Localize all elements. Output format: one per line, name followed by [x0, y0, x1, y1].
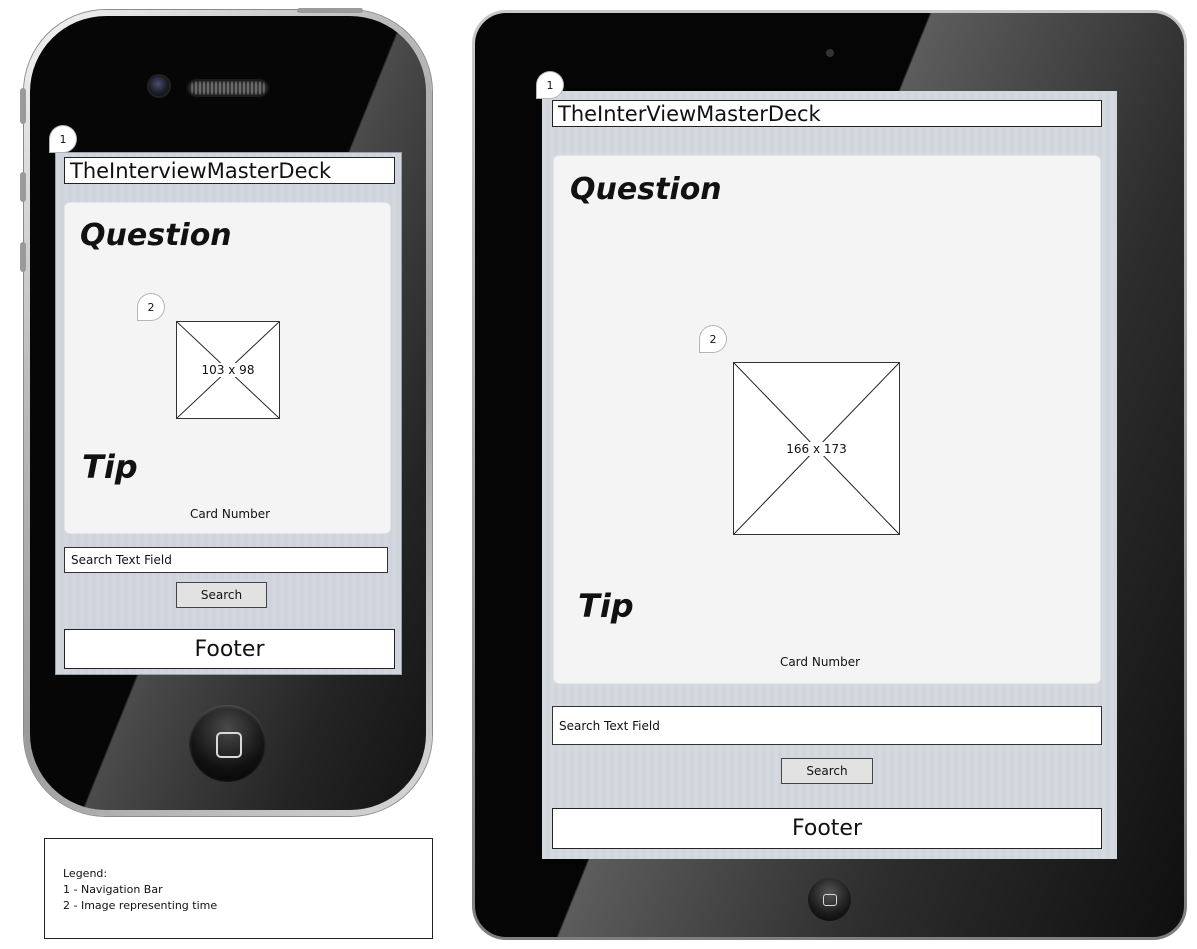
iphone-search-button[interactable]: Search: [176, 582, 267, 608]
ipad-time-image: 166 x 173: [733, 362, 900, 535]
ipad-tip-label: Tip: [578, 587, 634, 625]
ipad-camera: [826, 49, 834, 57]
legend-title: Legend:: [63, 867, 108, 880]
ipad-navigation-bar: TheInterViewMasterDeck: [552, 100, 1102, 127]
ipad-search-input[interactable]: Search Text Field: [552, 706, 1102, 745]
iphone-tip-label: Tip: [82, 448, 138, 486]
legend-item-1: 1 - Navigation Bar: [63, 883, 163, 896]
home-square-icon: [215, 731, 242, 758]
ipad-callout-1: 1: [537, 72, 563, 98]
iphone-question-label: Question: [80, 218, 232, 253]
iphone-navigation-bar: TheInterviewMasterDeck: [64, 157, 395, 184]
home-square-icon: [822, 893, 837, 906]
iphone-card-number: Card Number: [189, 507, 271, 521]
iphone-camera: [149, 76, 169, 96]
ipad-home-button[interactable]: [808, 878, 851, 921]
ipad-nav-title: TheInterViewMasterDeck: [558, 101, 821, 126]
iphone-callout-2: 2: [138, 294, 164, 320]
ipad-callout-2: 2: [700, 326, 726, 352]
ipad-question-label: Question: [570, 172, 722, 207]
iphone-silent-switch: [20, 88, 26, 124]
ipad-image-size-label: 166 x 173: [786, 441, 847, 456]
ipad-card-number: Card Number: [779, 655, 861, 669]
iphone-speaker: [189, 81, 267, 95]
iphone-volume-down: [20, 242, 26, 272]
iphone-footer: Footer: [64, 629, 395, 669]
iphone-image-size-label: 103 x 98: [201, 363, 255, 377]
iphone-volume-up: [20, 172, 26, 202]
ipad-footer: Footer: [552, 808, 1102, 849]
iphone-time-image: 103 x 98: [176, 321, 280, 419]
iphone-callout-1: 1: [50, 126, 76, 152]
ipad-search-button[interactable]: Search: [781, 758, 873, 784]
legend-box: Legend: 1 - Navigation Bar 2 - Image rep…: [44, 838, 433, 939]
iphone-power-button: [297, 8, 363, 13]
iphone-nav-title: TheInterviewMasterDeck: [70, 158, 332, 183]
iphone-home-button[interactable]: [189, 705, 266, 782]
iphone-search-input[interactable]: Search Text Field: [64, 547, 388, 573]
legend-item-2: 2 - Image representing time: [63, 899, 218, 912]
